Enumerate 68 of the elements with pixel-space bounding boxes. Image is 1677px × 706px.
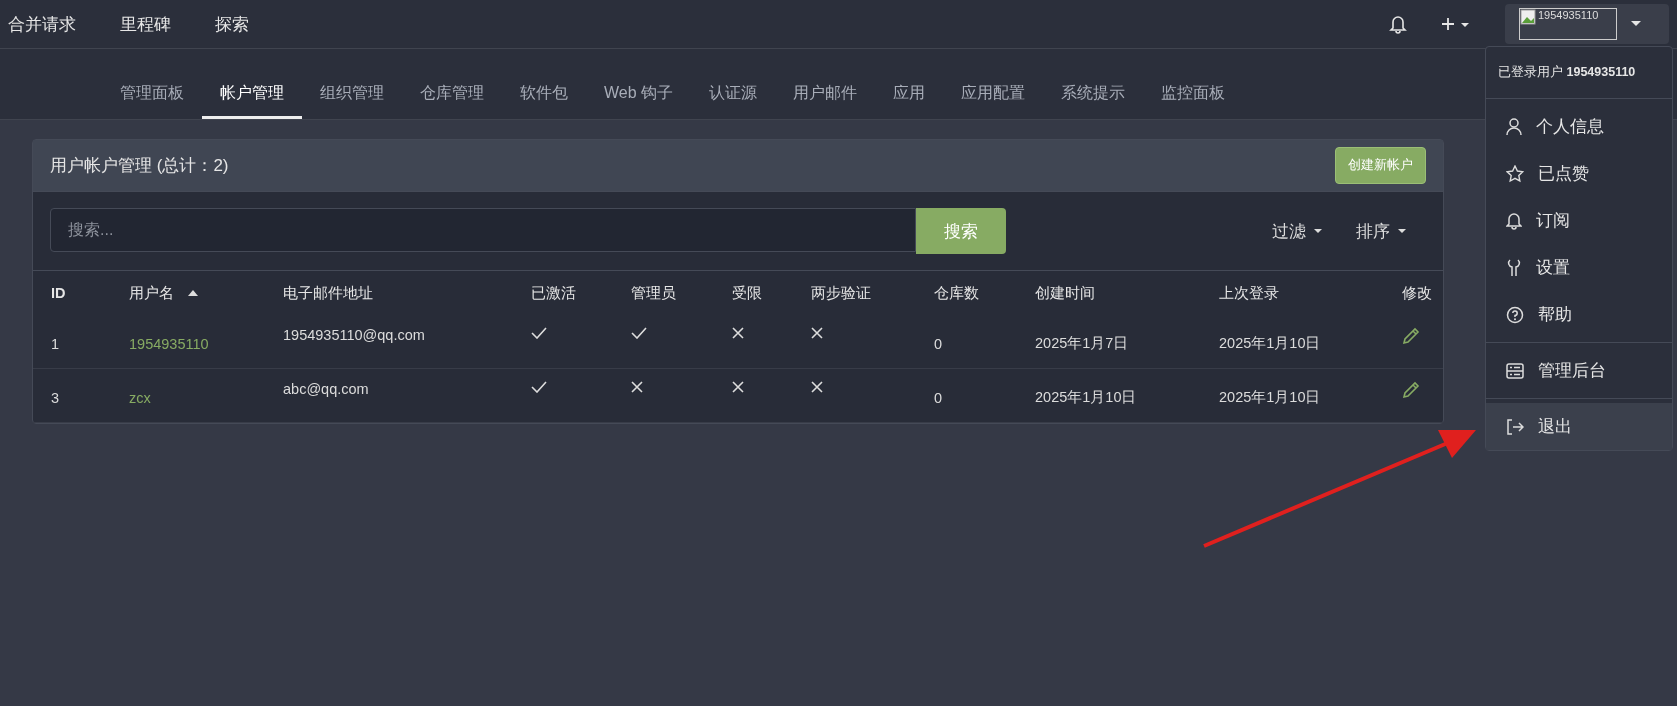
signed-in-label: 已登录用户 1954935110 xyxy=(1486,47,1672,99)
admin-tab[interactable]: 认证源 xyxy=(691,83,776,119)
admin-tab[interactable]: 应用配置 xyxy=(943,83,1044,119)
column-header[interactable]: 已激活 xyxy=(531,283,576,303)
bell-icon xyxy=(1506,211,1522,230)
admin-tab[interactable]: 监控面板 xyxy=(1143,83,1244,119)
admin-tab[interactable]: 组织管理 xyxy=(302,83,402,119)
menu-item[interactable]: 帮助 xyxy=(1486,291,1672,338)
menu-item[interactable]: 已点赞 xyxy=(1486,150,1672,197)
column-header[interactable]: 用户名 xyxy=(129,283,174,303)
caret-icon xyxy=(1631,21,1641,27)
avatar-alt-text: 1954935110 xyxy=(1538,9,1599,21)
table-cell: 1954935110@qq.com xyxy=(283,327,425,343)
help-icon xyxy=(1506,305,1524,324)
admin-tab[interactable]: 应用 xyxy=(875,83,944,119)
table-cell: 3 xyxy=(51,389,60,406)
user-menu-button[interactable]: 1954935110 xyxy=(1505,4,1669,44)
bell-icon[interactable] xyxy=(1389,14,1407,34)
edit-pencil-icon[interactable] xyxy=(1402,381,1420,399)
column-header[interactable]: 创建时间 xyxy=(1035,283,1095,303)
filter-dropdown[interactable]: 过滤 xyxy=(1272,219,1322,243)
column-header[interactable]: 两步验证 xyxy=(811,283,871,303)
plus-icon[interactable] xyxy=(1441,17,1471,31)
table-cell: 2025年1月7日 xyxy=(1035,334,1129,353)
admin-tab[interactable]: 用户邮件 xyxy=(775,83,876,119)
admin-tab[interactable]: 帐户管理 xyxy=(202,83,302,119)
sort-dropdown[interactable]: 排序 xyxy=(1356,219,1406,243)
search-field[interactable]: 搜索... xyxy=(50,208,916,252)
admin-tab[interactable]: 系统提示 xyxy=(1043,83,1144,119)
table-cell: 2025年1月10日 xyxy=(1219,388,1321,407)
nav-link[interactable]: 合并请求 xyxy=(8,12,76,36)
wrench-icon xyxy=(1506,258,1522,277)
column-header[interactable]: 上次登录 xyxy=(1219,283,1279,303)
menu-item[interactable]: 退出 xyxy=(1486,403,1672,450)
admin-tab[interactable]: 软件包 xyxy=(502,83,586,119)
edit-pencil-icon[interactable] xyxy=(1402,327,1420,345)
star-icon xyxy=(1506,164,1524,183)
table-cell: 2025年1月10日 xyxy=(1035,388,1137,407)
panel-title: 用户帐户管理 (总计：2) xyxy=(50,155,229,177)
column-header[interactable]: 电子邮件地址 xyxy=(283,283,373,303)
table-cell: 2025年1月10日 xyxy=(1219,334,1321,353)
column-header[interactable]: ID xyxy=(51,285,66,301)
broken-image-icon xyxy=(1520,9,1536,25)
caret-icon xyxy=(1398,228,1406,234)
person-icon xyxy=(1506,117,1522,136)
username-link[interactable]: 1954935110 xyxy=(129,335,209,352)
column-header[interactable]: 仓库数 xyxy=(934,283,979,303)
username-link[interactable]: zcx xyxy=(129,389,151,406)
table-cell: abc@qq.com xyxy=(283,381,369,397)
column-header[interactable]: 受限 xyxy=(732,283,762,303)
column-header[interactable]: 修改 xyxy=(1402,283,1432,303)
caret-icon xyxy=(1314,228,1322,234)
menu-item[interactable]: 设置 xyxy=(1486,244,1672,291)
admin-tab[interactable]: Web 钩子 xyxy=(586,83,692,119)
table-cell: 0 xyxy=(934,389,943,406)
nav-link[interactable]: 探索 xyxy=(215,12,249,36)
admin-tab[interactable]: 管理面板 xyxy=(102,83,202,119)
sort-ascending-icon xyxy=(188,290,198,296)
nav-link[interactable]: 里程碑 xyxy=(120,12,171,36)
table-cell: 0 xyxy=(934,335,943,352)
table-cell: 1 xyxy=(51,335,60,352)
menu-item[interactable]: 管理后台 xyxy=(1486,347,1672,394)
column-header[interactable]: 管理员 xyxy=(631,283,676,303)
server-icon xyxy=(1506,362,1524,379)
menu-item[interactable]: 订阅 xyxy=(1486,197,1672,244)
admin-tab[interactable]: 仓库管理 xyxy=(402,83,502,119)
sign-out-icon xyxy=(1506,418,1524,435)
menu-item[interactable]: 个人信息 xyxy=(1486,103,1672,150)
